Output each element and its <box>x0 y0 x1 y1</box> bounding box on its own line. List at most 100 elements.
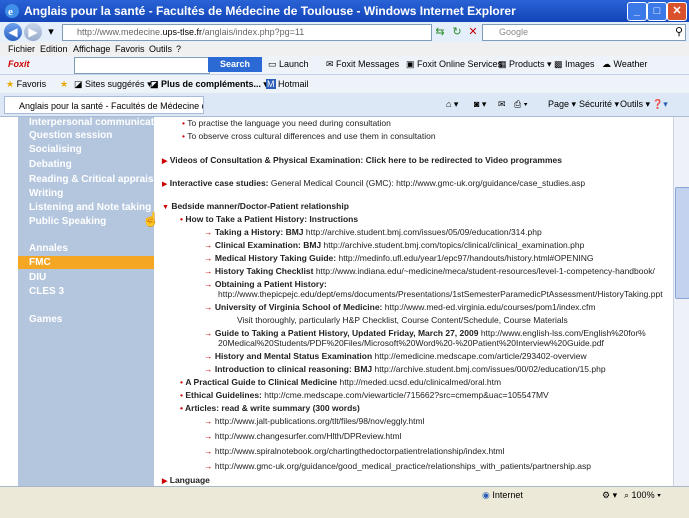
sidebar-item-question-session[interactable]: Question session <box>29 130 112 141</box>
maximize-button[interactable]: □ <box>647 2 667 21</box>
protected-mode-icon[interactable]: ⚙ ▾ <box>602 490 617 501</box>
minimize-button[interactable]: _ <box>627 2 647 21</box>
search-icon[interactable]: ⚲ <box>672 25 686 39</box>
sidebar-item-writing[interactable]: Writing <box>29 188 63 199</box>
link-url[interactable]: http://www.english-lss.com/English%20for… <box>481 328 646 338</box>
link-label: History Taking Checklist <box>214 266 314 276</box>
vertical-scrollbar[interactable] <box>673 117 689 486</box>
foxit-search-label: Search <box>219 59 251 69</box>
zone-label: Internet <box>492 490 523 500</box>
link-url[interactable]: http://archive.student.bmj.com/topics/cl… <box>324 240 585 250</box>
foxit-weather[interactable]: ☁ Weather <box>602 59 647 70</box>
ethical-label: Ethical Guidelines: <box>185 390 262 400</box>
favorites-bar: ★ Favoris ★ ◪ Sites suggérés ▾ ◪ Plus de… <box>0 75 689 93</box>
refresh-icon[interactable]: ↻ <box>450 25 464 39</box>
print-icon[interactable]: ⎙ ▾ <box>514 99 527 110</box>
menu-affichage[interactable]: Affichage <box>73 44 110 54</box>
sidebar-item-cles3[interactable]: CLES 3 <box>29 286 64 297</box>
bedside-heading[interactable]: ▼ Bedside manner/Doctor-Patient relation… <box>162 201 349 211</box>
ethical-guidelines: • Ethical Guidelines: http://cme.medscap… <box>180 390 549 400</box>
forward-button[interactable]: ▶ <box>24 23 42 41</box>
practical-label: A Practical Guide to Clinical Medicine <box>185 377 338 387</box>
page-content: Interpersonal communication Question ses… <box>0 117 689 486</box>
link-url[interactable]: http://www.thepicpejc.edu/dept/ems/docum… <box>218 289 663 299</box>
back-arrow-icon: ◀ <box>8 25 18 39</box>
link-url[interactable]: http://emedicine.medscape.com/article/29… <box>375 351 587 361</box>
more-addons[interactable]: ◪ Plus de compléments... ▾ <box>150 79 268 90</box>
sidebar-item-socialising[interactable]: Socialising <box>29 144 82 155</box>
hotmail-icon: M <box>266 79 276 89</box>
tools-menu[interactable]: Outils ▾ <box>620 99 650 110</box>
history-dropdown-icon[interactable]: ▾ <box>44 25 58 39</box>
internet-zone[interactable]: ◉ Internet <box>482 490 523 501</box>
help-icon[interactable]: ❓▾ <box>652 99 668 110</box>
article-url[interactable]: http://www.gmc-uk.org/guidance/good_medi… <box>215 461 591 471</box>
security-menu[interactable]: Sécurité ▾ <box>579 99 619 110</box>
foxit-images[interactable]: ▩ Images <box>554 59 595 70</box>
mail-icon[interactable]: ✉ <box>498 99 506 110</box>
article-item: → http://www.changesurfer.com/Hlth/DPRev… <box>204 431 402 441</box>
practical-url[interactable]: http://meded.ucsd.edu/clinicalmed/oral.h… <box>340 377 502 387</box>
suggested-sites[interactable]: ◪ Sites suggérés ▾ <box>74 79 152 90</box>
sidebar-item-fmc[interactable]: FMC <box>18 256 154 269</box>
article-url[interactable]: http://www.jalt-publications.org/tlt/fil… <box>215 416 425 426</box>
menu-fichier[interactable]: Fichier <box>8 44 35 54</box>
tab-anglais[interactable]: Anglais pour la santé - Facultés de Méde… <box>4 96 204 114</box>
articles-heading: • Articles: read & write summary (300 wo… <box>180 403 360 413</box>
foxit-messages-label: Foxit Messages <box>336 59 400 69</box>
sidebar-item-listening[interactable]: Listening and Note taking <box>29 202 151 213</box>
sidebar-item-games[interactable]: Games <box>29 314 62 325</box>
sidebar-item-interpersonal[interactable]: Interpersonal communication <box>29 117 169 128</box>
add-favorite-icon[interactable]: ★ <box>60 79 68 90</box>
stop-icon[interactable]: ✕ <box>466 25 480 39</box>
page-menu[interactable]: Page ▾ <box>548 99 576 110</box>
foxit-online-services[interactable]: ▣ Foxit Online Services <box>406 59 502 70</box>
home-icon[interactable]: ⌂ ▾ <box>446 99 458 110</box>
foxit-messages[interactable]: ✉ Foxit Messages <box>326 59 399 70</box>
link-url[interactable]: http://www.med-ed.virginia.edu/courses/p… <box>385 302 596 312</box>
menu-outils[interactable]: Outils <box>149 44 172 54</box>
compatibility-icon[interactable]: ⇆ <box>433 25 447 39</box>
list-item: → Obtaining a Patient History: <box>204 279 327 289</box>
sidebar-item-annales[interactable]: Annales <box>29 243 68 254</box>
back-button[interactable]: ◀ <box>4 23 22 41</box>
search-input[interactable]: Google <box>482 24 686 41</box>
videos-link[interactable]: ▶ Videos of Consultation & Physical Exam… <box>162 155 562 165</box>
menu-help[interactable]: ? <box>176 44 181 54</box>
zoom-control[interactable]: ⌕ 100% ▾ <box>624 490 661 501</box>
sidebar-item-public-speaking[interactable]: Public Speaking <box>29 216 106 227</box>
menu-bar: Fichier Edition Affichage Favoris Outils… <box>0 42 689 56</box>
article-url[interactable]: http://www.spiralnotebook.org/chartingth… <box>215 446 505 456</box>
hotmail-link[interactable]: M Hotmail <box>266 79 309 89</box>
interactive-label: Interactive case studies: <box>169 178 269 188</box>
list-item: → Medical History Taking Guide: http://m… <box>204 253 594 263</box>
list-item: → History Taking Checklist http://www.in… <box>204 266 655 276</box>
foxit-products[interactable]: ▦ Products ▾ <box>498 59 552 70</box>
article-url[interactable]: http://www.changesurfer.com/Hlth/DPRevie… <box>215 431 402 441</box>
foxit-launch[interactable]: ▭ Launch <box>268 59 309 70</box>
url-input[interactable]: http://www.medecine.ups-tlse.fr/anglais/… <box>62 24 432 41</box>
sidebar-item-diu[interactable]: DIU <box>29 272 46 283</box>
foxit-search-button[interactable]: Search <box>208 57 262 72</box>
ethical-url[interactable]: http://cme.medscape.com/viewarticle/7156… <box>264 390 548 400</box>
scrollbar-thumb[interactable] <box>675 187 689 299</box>
close-button[interactable]: ✕ <box>667 2 687 21</box>
menu-edition[interactable]: Edition <box>40 44 68 54</box>
link-label: History and Mental Status Examination <box>214 351 373 361</box>
link-url[interactable]: http://medinfo.ufl.edu/year1/epc97/hando… <box>338 253 593 263</box>
sidebar-item-reading[interactable]: Reading & Critical appraisal <box>29 174 162 185</box>
favorites-button[interactable]: ★ Favoris <box>6 79 46 90</box>
menu-favoris[interactable]: Favoris <box>115 44 145 54</box>
bullet-item: • To observe cross cultural differences … <box>182 131 436 141</box>
feeds-icon[interactable]: ◙ ▾ <box>474 99 486 110</box>
link-url[interactable]: 20Medical%20Students/PDF%20Files/Microso… <box>218 338 604 348</box>
bullet-text: To practise the language you need during… <box>187 118 391 128</box>
language-heading[interactable]: ▶ Language <box>162 475 210 485</box>
foxit-search-input[interactable] <box>74 57 210 74</box>
link-url[interactable]: http://archive.student.bmj.com/issues/00… <box>375 364 606 374</box>
url-prefix: http://www.medecine. <box>77 27 163 37</box>
interactive-link[interactable]: General Medical Council (GMC): http://ww… <box>271 178 585 188</box>
sidebar-item-debating[interactable]: Debating <box>29 159 72 170</box>
link-url[interactable]: http://archive.student.bmj.com/issues/05… <box>306 227 542 237</box>
link-url[interactable]: http://www.indiana.edu/~medicine/meca/st… <box>316 266 655 276</box>
